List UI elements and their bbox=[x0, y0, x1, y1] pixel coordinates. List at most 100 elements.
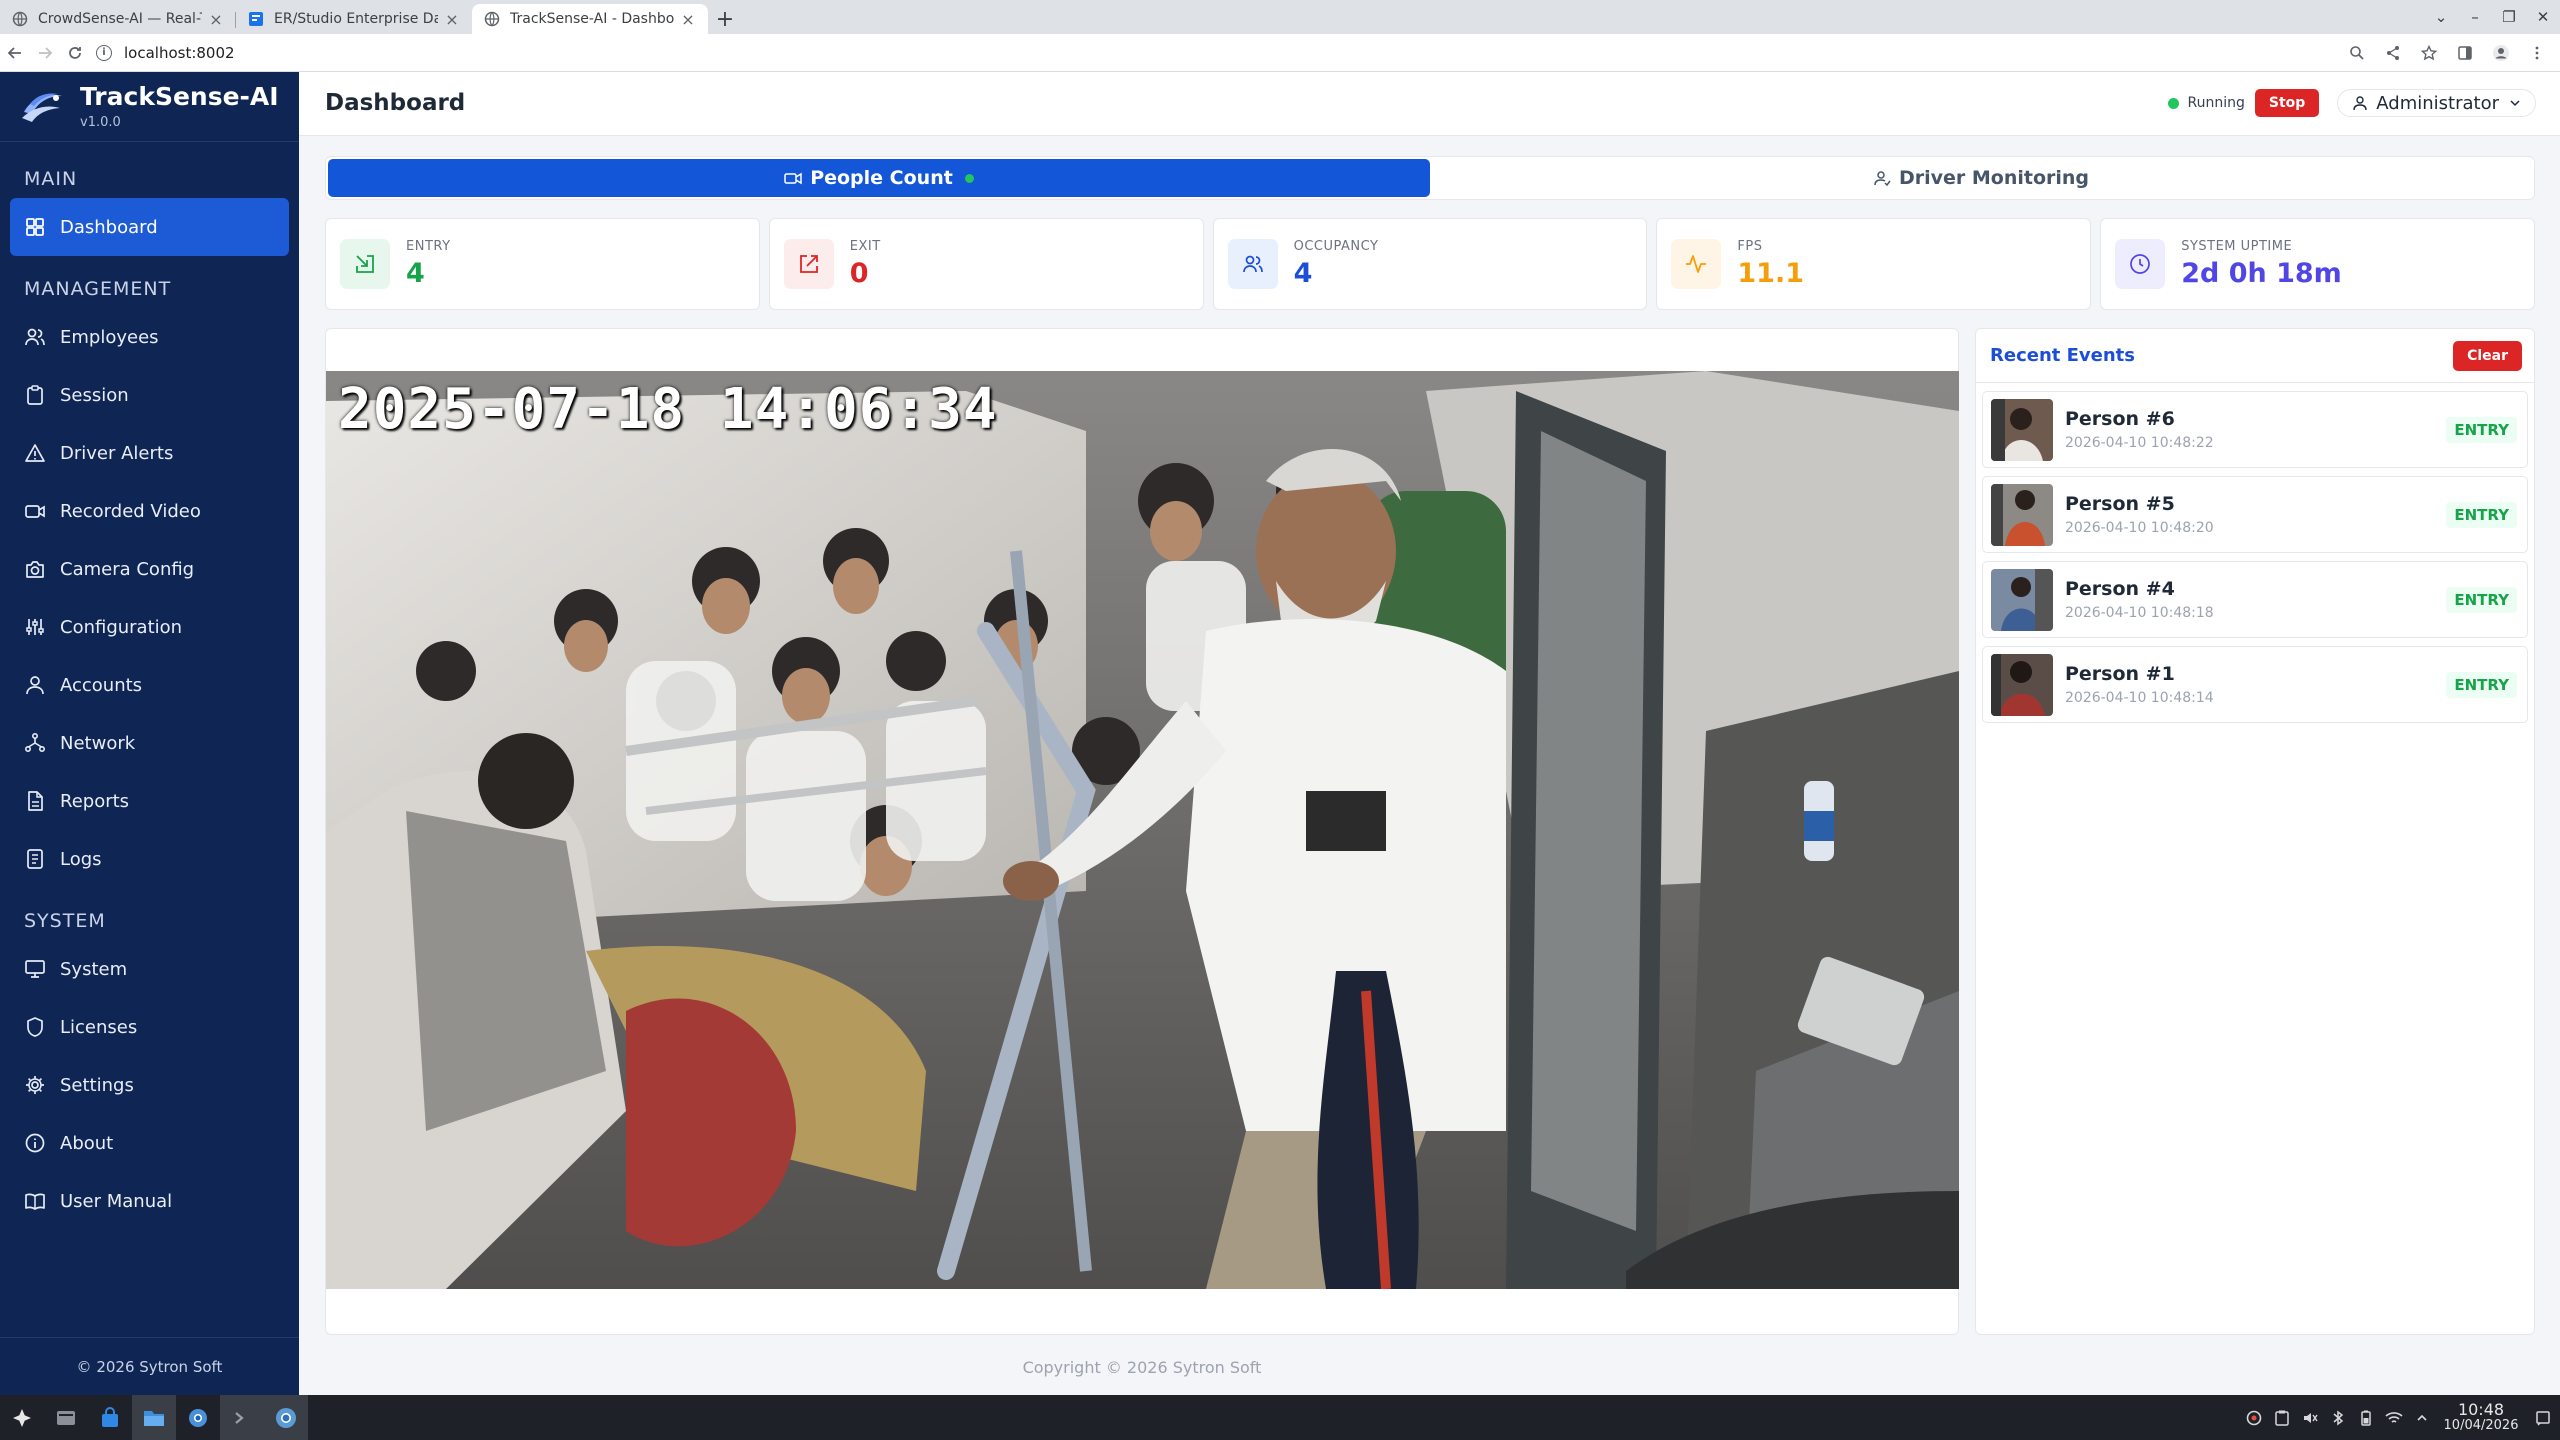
clear-events-button[interactable]: Clear bbox=[2453, 340, 2522, 371]
sidebar-item-dashboard[interactable]: Dashboard bbox=[10, 198, 289, 256]
sidebar-item-network[interactable]: Network bbox=[10, 714, 289, 772]
wifi-icon[interactable] bbox=[2380, 1411, 2408, 1425]
taskbar-app-store[interactable] bbox=[88, 1395, 132, 1440]
browser-icon bbox=[189, 1408, 207, 1427]
sidebar-item-session[interactable]: Session bbox=[10, 366, 289, 424]
sidebar-item-label: Driver Alerts bbox=[60, 442, 174, 464]
side-panel-icon[interactable] bbox=[2450, 38, 2480, 68]
sidebar-item-user-manual[interactable]: User Manual bbox=[10, 1172, 289, 1230]
reload-button[interactable] bbox=[60, 38, 90, 68]
folder-icon bbox=[144, 1410, 164, 1426]
brand-name: TrackSense-AI bbox=[80, 82, 279, 111]
antivirus-icon[interactable] bbox=[2240, 1410, 2268, 1426]
url-field[interactable]: i localhost:8002 bbox=[96, 38, 235, 68]
stat-label: SYSTEM UPTIME bbox=[2181, 239, 2293, 254]
bookmark-star-icon[interactable] bbox=[2414, 38, 2444, 68]
sidebar-item-system[interactable]: System bbox=[10, 940, 289, 998]
browser-tab-active[interactable]: TrackSense-AI - Dashboard × bbox=[472, 4, 708, 34]
clipboard-icon bbox=[27, 385, 43, 405]
profile-icon[interactable] bbox=[2486, 38, 2516, 68]
video-icon bbox=[784, 172, 802, 185]
mode-tabs: People Count Driver Monitoring bbox=[325, 156, 2535, 200]
window-list-icon bbox=[57, 1410, 75, 1425]
bluetooth-icon[interactable] bbox=[2324, 1410, 2352, 1426]
launcher-button[interactable] bbox=[0, 1395, 44, 1440]
tab-people-count[interactable]: People Count bbox=[328, 159, 1430, 197]
close-tab-icon[interactable]: × bbox=[208, 10, 224, 29]
close-tab-icon[interactable]: × bbox=[680, 10, 696, 29]
sidebar-footer: © 2026 Sytron Soft bbox=[0, 1337, 299, 1395]
event-thumbnail bbox=[1991, 398, 2053, 461]
event-item[interactable]: Person #5 2026-04-10 10:48:20 ENTRY bbox=[1982, 476, 2528, 553]
browser-tab[interactable]: ER/Studio Enterprise Data × bbox=[236, 4, 472, 34]
stop-button[interactable]: Stop bbox=[2254, 89, 2320, 117]
tab-title: CrowdSense-AI — Real-Tim bbox=[38, 11, 202, 27]
status-text: Running bbox=[2187, 95, 2245, 111]
close-tab-icon[interactable]: × bbox=[444, 10, 460, 29]
sidebar-item-settings[interactable]: Settings bbox=[10, 1056, 289, 1114]
file-icon bbox=[28, 791, 43, 811]
stats-row: ENTRY 4 EXIT 0 OCCUPANCY 4 FPS 11.1 SYSTEM U… bbox=[325, 218, 2535, 310]
taskbar-app-browser[interactable] bbox=[176, 1395, 220, 1440]
forward-button[interactable] bbox=[30, 38, 60, 68]
clock-time: 10:48 bbox=[2457, 1399, 2505, 1419]
stat-value: 0 bbox=[849, 258, 869, 289]
video-panel: 2025-07-18 14:06:34 bbox=[325, 328, 1959, 1335]
zoom-icon[interactable] bbox=[2342, 38, 2372, 68]
sidebar-item-driver-alerts[interactable]: Driver Alerts bbox=[10, 424, 289, 482]
event-person: Person #5 bbox=[2065, 493, 2175, 515]
taskbar-app-terminal[interactable] bbox=[44, 1395, 88, 1440]
notifications-icon[interactable] bbox=[2526, 1410, 2560, 1426]
stat-value: 2d 0h 18m bbox=[2181, 258, 2342, 289]
tray-expand-icon[interactable] bbox=[2408, 1413, 2436, 1423]
live-indicator bbox=[964, 173, 974, 183]
event-item[interactable]: Person #4 2026-04-10 10:48:18 ENTRY bbox=[1982, 561, 2528, 638]
events-title: Recent Events bbox=[1990, 345, 2136, 366]
camera-feed[interactable]: 2025-07-18 14:06:34 bbox=[326, 371, 1959, 1289]
camera-icon bbox=[26, 561, 44, 578]
sidebar-item-logs[interactable]: Logs bbox=[10, 830, 289, 888]
clipboard-tray-icon[interactable] bbox=[2268, 1410, 2296, 1426]
minimize-icon[interactable]: – bbox=[2458, 8, 2492, 26]
sidebar-item-label: System bbox=[60, 958, 128, 980]
sidebar-item-accounts[interactable]: Accounts bbox=[10, 656, 289, 714]
sidebar-item-employees[interactable]: Employees bbox=[10, 308, 289, 366]
event-person: Person #1 bbox=[2065, 663, 2175, 685]
taskbar-app-chrome[interactable] bbox=[264, 1395, 308, 1440]
tab-search-icon[interactable]: ⌄ bbox=[2424, 8, 2458, 26]
site-info-icon[interactable]: i bbox=[96, 44, 112, 61]
battery-icon[interactable] bbox=[2352, 1410, 2380, 1426]
share-icon[interactable] bbox=[2378, 38, 2408, 68]
section-management: MANAGEMENT bbox=[24, 278, 172, 300]
back-button[interactable] bbox=[0, 38, 30, 68]
new-tab-button[interactable]: + bbox=[708, 4, 742, 34]
event-item[interactable]: Person #6 2026-04-10 10:48:22 ENTRY bbox=[1982, 391, 2528, 468]
restore-icon[interactable]: ❐ bbox=[2492, 8, 2526, 26]
sidebar-item-recorded-video[interactable]: Recorded Video bbox=[10, 482, 289, 540]
user-icon bbox=[26, 676, 44, 695]
sidebar-item-label: Recorded Video bbox=[60, 500, 201, 522]
sidebar-item-configuration[interactable]: Configuration bbox=[10, 598, 289, 656]
taskbar-app-files[interactable] bbox=[132, 1395, 176, 1440]
menu-kebab-icon[interactable] bbox=[2522, 38, 2552, 68]
main-content: Dashboard Running Stop Administrator Peo… bbox=[299, 72, 2560, 1395]
event-person: Person #4 bbox=[2065, 578, 2175, 600]
tab-driver-monitoring[interactable]: Driver Monitoring bbox=[1430, 159, 2532, 197]
grid-icon bbox=[26, 218, 44, 236]
sidebar-item-licenses[interactable]: Licenses bbox=[10, 998, 289, 1056]
info-icon bbox=[25, 1133, 45, 1153]
volume-muted-icon[interactable] bbox=[2296, 1410, 2324, 1426]
recent-events-panel: Recent Events Clear Person #6 2026-04-10 … bbox=[1975, 328, 2535, 1335]
taskbar-clock[interactable]: 10:48 10/04/2026 bbox=[2436, 1399, 2526, 1434]
browser-tab[interactable]: CrowdSense-AI — Real-Tim × bbox=[0, 4, 236, 34]
user-menu[interactable]: Administrator bbox=[2337, 89, 2536, 117]
tab-title: ER/Studio Enterprise Data bbox=[274, 11, 438, 27]
sidebar-item-about[interactable]: About bbox=[10, 1114, 289, 1172]
sidebar-item-reports[interactable]: Reports bbox=[10, 772, 289, 830]
clock-icon bbox=[2115, 239, 2166, 289]
close-window-icon[interactable]: ✕ bbox=[2526, 8, 2560, 26]
brand[interactable]: TrackSense-AI v1.0.0 bbox=[0, 72, 299, 142]
taskbar-app-console[interactable] bbox=[220, 1395, 264, 1440]
event-item[interactable]: Person #1 2026-04-10 10:48:14 ENTRY bbox=[1982, 646, 2528, 723]
sidebar-item-camera-config[interactable]: Camera Config bbox=[10, 540, 289, 598]
